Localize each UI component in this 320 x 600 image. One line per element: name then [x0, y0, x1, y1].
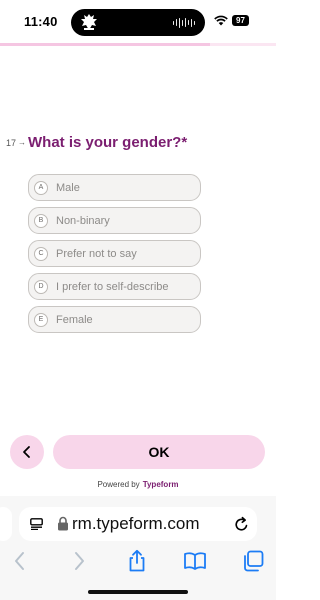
option-key: B	[34, 213, 48, 228]
question-title: What is your gender?*	[28, 134, 188, 151]
typeform-brand-link[interactable]: Typeform	[143, 480, 179, 489]
dynamic-island[interactable]	[71, 9, 205, 36]
tabs-icon[interactable]	[241, 549, 265, 573]
ok-button[interactable]: OK	[53, 435, 265, 469]
option-key: A	[34, 180, 48, 195]
previous-question-button[interactable]	[10, 435, 44, 469]
option-female[interactable]: E Female	[28, 306, 201, 333]
option-label: Prefer not to say	[56, 247, 137, 260]
form-progress-fill	[0, 43, 210, 46]
powered-by-label: Powered by	[97, 480, 140, 489]
wifi-icon	[214, 15, 228, 26]
previous-tab-peek[interactable]	[0, 507, 12, 541]
question-header: 17 → What is your gender?*	[6, 134, 187, 151]
reload-icon[interactable]	[234, 516, 249, 532]
bookmarks-icon[interactable]	[183, 549, 207, 573]
question-arrow-icon: →	[18, 138, 26, 147]
address-url: rm.typeform.com	[72, 514, 200, 533]
browser-toolbar	[0, 549, 276, 575]
back-arrow-icon[interactable]	[8, 549, 32, 573]
status-bar: 11:40 97	[0, 0, 276, 42]
address-bar[interactable]: rm.typeform.com	[19, 507, 257, 541]
lock-icon	[58, 516, 68, 531]
option-key: C	[34, 246, 48, 261]
answer-options: A Male B Non-binary C Prefer not to say …	[28, 174, 201, 339]
battery-indicator: 97	[232, 15, 249, 26]
status-time: 11:40	[24, 14, 58, 29]
audio-waveform-icon	[173, 17, 195, 28]
option-key: D	[34, 279, 48, 294]
home-indicator[interactable]	[88, 590, 188, 594]
option-label: Non-binary	[56, 214, 110, 227]
option-prefer-not-to-say[interactable]: C Prefer not to say	[28, 240, 201, 267]
team-crest-icon	[81, 14, 97, 30]
option-label: Male	[56, 181, 80, 194]
form-progress-bar	[0, 43, 276, 46]
page-menu-icon[interactable]	[30, 518, 43, 530]
option-male[interactable]: A Male	[28, 174, 201, 201]
forward-arrow-icon[interactable]	[67, 549, 91, 573]
browser-chrome: rm.typeform.com	[0, 496, 276, 600]
option-key: E	[34, 312, 48, 327]
option-label: I prefer to self-describe	[56, 280, 169, 293]
chevron-left-icon	[23, 446, 30, 458]
share-icon[interactable]	[125, 549, 149, 573]
option-self-describe[interactable]: D I prefer to self-describe	[28, 273, 201, 300]
option-label: Female	[56, 313, 93, 326]
option-non-binary[interactable]: B Non-binary	[28, 207, 201, 234]
powered-by-typeform[interactable]: Powered by Typeform	[0, 480, 276, 489]
